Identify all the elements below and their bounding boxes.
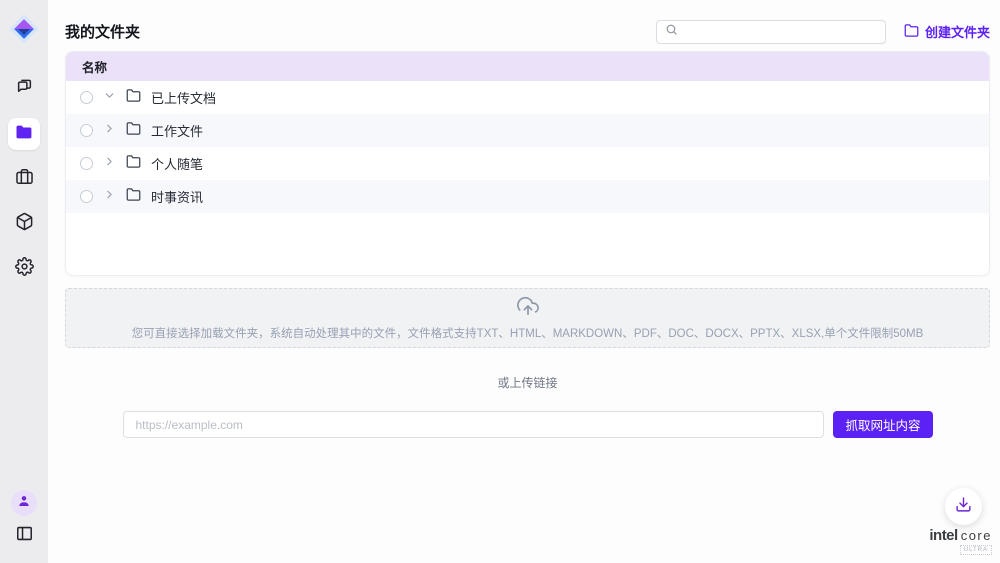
folder-outline-icon (904, 23, 919, 41)
app-window: 我的文件夹 (0, 0, 1000, 563)
page-header: 我的文件夹 (65, 0, 990, 46)
folder-name[interactable]: 工作文件 (151, 121, 203, 140)
sidebar (0, 0, 48, 563)
link-upload-label: 或上传链接 (65, 374, 990, 391)
url-input[interactable] (123, 411, 825, 438)
sidebar-item-chat[interactable] (8, 73, 40, 105)
row-checkbox[interactable] (80, 124, 93, 137)
row-checkbox[interactable] (80, 190, 93, 203)
table-row[interactable]: 工作文件 (66, 114, 989, 147)
folder-icon (126, 154, 141, 174)
intel-wordmark: intel (929, 528, 957, 543)
chevron-right-icon[interactable] (103, 155, 116, 173)
folder-table: 名称 已上传文档 工作文件 (65, 51, 990, 276)
gear-icon (15, 257, 34, 281)
download-icon (955, 496, 972, 518)
search-icon (665, 23, 678, 41)
sidebar-item-folders[interactable] (8, 118, 40, 150)
upload-hint-text: 您可直接选择加载文件夹，系统自动处理其中的文件，文件格式支持TXT、HTML、M… (132, 325, 924, 341)
folder-name[interactable]: 已上传文档 (151, 88, 216, 107)
folder-icon (126, 121, 141, 141)
table-column-header: 名称 (66, 52, 989, 81)
folder-icon (126, 187, 141, 207)
cloud-upload-icon (517, 295, 539, 322)
search-input[interactable] (684, 24, 877, 40)
cube-icon (15, 212, 34, 236)
page-title: 我的文件夹 (65, 21, 140, 42)
folder-name[interactable]: 时事资讯 (151, 187, 203, 206)
chevron-right-icon[interactable] (103, 188, 116, 206)
ultra-badge: ultra (960, 545, 992, 555)
sidebar-item-models[interactable] (8, 208, 40, 240)
search-box (656, 20, 886, 44)
person-icon (16, 493, 32, 514)
sidebar-item-settings[interactable] (8, 253, 40, 285)
upload-dropzone[interactable]: 您可直接选择加载文件夹，系统自动处理其中的文件，文件格式支持TXT、HTML、M… (65, 288, 990, 348)
download-fab[interactable] (945, 488, 982, 525)
folder-icon (126, 88, 141, 108)
sidebar-nav (8, 73, 40, 285)
chat-icon (15, 77, 34, 101)
briefcase-icon (15, 167, 34, 191)
sidebar-bottom (11, 490, 37, 549)
fetch-url-button[interactable]: 抓取网址内容 (833, 411, 932, 438)
folder-name[interactable]: 个人随笔 (151, 154, 203, 173)
main-content: 我的文件夹 (48, 0, 1000, 563)
table-row[interactable]: 个人随笔 (66, 147, 989, 180)
panel-toggle[interactable] (11, 523, 37, 549)
create-folder-label: 创建文件夹 (925, 22, 990, 41)
row-checkbox[interactable] (80, 157, 93, 170)
intel-core-logo: intel core ultra (929, 528, 992, 555)
sidebar-item-workspace[interactable] (8, 163, 40, 195)
chevron-down-icon[interactable] (103, 89, 116, 107)
table-row[interactable]: 时事资讯 (66, 180, 989, 213)
chevron-right-icon[interactable] (103, 122, 116, 140)
folder-filled-icon (14, 122, 34, 147)
user-avatar[interactable] (11, 490, 37, 516)
row-checkbox[interactable] (80, 91, 93, 104)
panel-toggle-icon (15, 524, 34, 548)
create-folder-button[interactable]: 创建文件夹 (904, 22, 990, 41)
core-wordmark: core (961, 529, 992, 542)
table-row[interactable]: 已上传文档 (66, 81, 989, 114)
app-logo-icon[interactable] (8, 13, 40, 45)
url-upload-row: 抓取网址内容 (123, 411, 933, 438)
